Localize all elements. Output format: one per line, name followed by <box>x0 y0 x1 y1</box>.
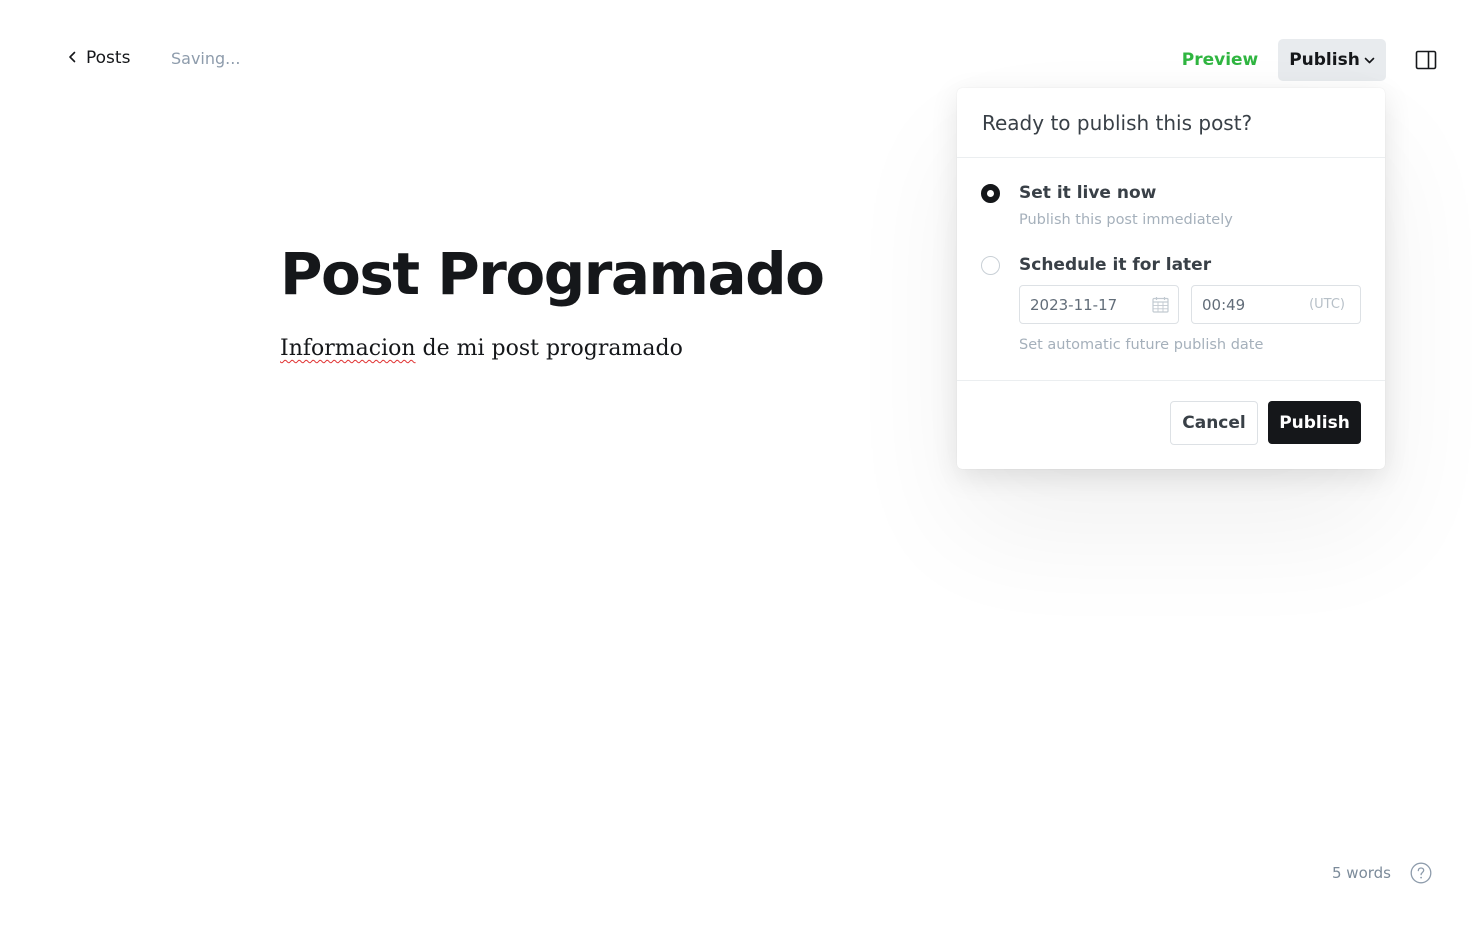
cancel-button[interactable]: Cancel <box>1170 401 1258 445</box>
calendar-icon[interactable] <box>1152 296 1169 317</box>
option-schedule-later-description: Set automatic future publish date <box>1019 337 1263 353</box>
schedule-time-input[interactable]: 00:49 (UTC) <box>1191 285 1361 324</box>
publish-menu-label: Publish <box>1289 50 1360 70</box>
schedule-date-input[interactable]: 2023-11-17 <box>1019 285 1179 324</box>
option-publish-now-description: Publish this post immediately <box>1019 212 1233 228</box>
option-schedule-later-label[interactable]: Schedule it for later <box>1019 255 1211 275</box>
schedule-date-value: 2023-11-17 <box>1030 296 1117 314</box>
chevron-left-icon <box>68 49 76 67</box>
back-link-label: Posts <box>86 48 130 68</box>
publish-popover: Ready to publish this post? Set it live … <box>957 88 1385 469</box>
timezone-label: (UTC) <box>1309 297 1345 312</box>
preview-button[interactable]: Preview <box>1178 40 1262 80</box>
popover-footer: Cancel Publish <box>957 380 1385 469</box>
misspelled-word[interactable]: Informacion <box>280 336 416 361</box>
publish-menu-button[interactable]: Publish <box>1278 39 1386 81</box>
popover-heading: Ready to publish this post? <box>957 88 1385 158</box>
schedule-time-value: 00:49 <box>1202 296 1245 314</box>
confirm-publish-button[interactable]: Publish <box>1268 401 1361 444</box>
save-status: Saving... <box>171 49 240 68</box>
post-title[interactable]: Post Programado <box>280 234 823 314</box>
sidebar-panel-icon[interactable] <box>1415 49 1437 71</box>
body-text: de mi post programado <box>416 336 683 361</box>
chevron-down-icon <box>1364 50 1375 70</box>
option-publish-now-label[interactable]: Set it live now <box>1019 183 1156 203</box>
editor-page: Posts Saving... Preview Publish Post Pro… <box>0 0 1483 931</box>
word-count: 5 words <box>1332 864 1391 882</box>
post-body[interactable]: Informacion de mi post programado <box>280 333 683 365</box>
help-circle-icon[interactable] <box>1410 862 1432 884</box>
radio-schedule-later[interactable] <box>981 256 1000 275</box>
radio-publish-now[interactable] <box>981 184 1000 203</box>
back-to-posts-link[interactable]: Posts <box>68 48 130 68</box>
